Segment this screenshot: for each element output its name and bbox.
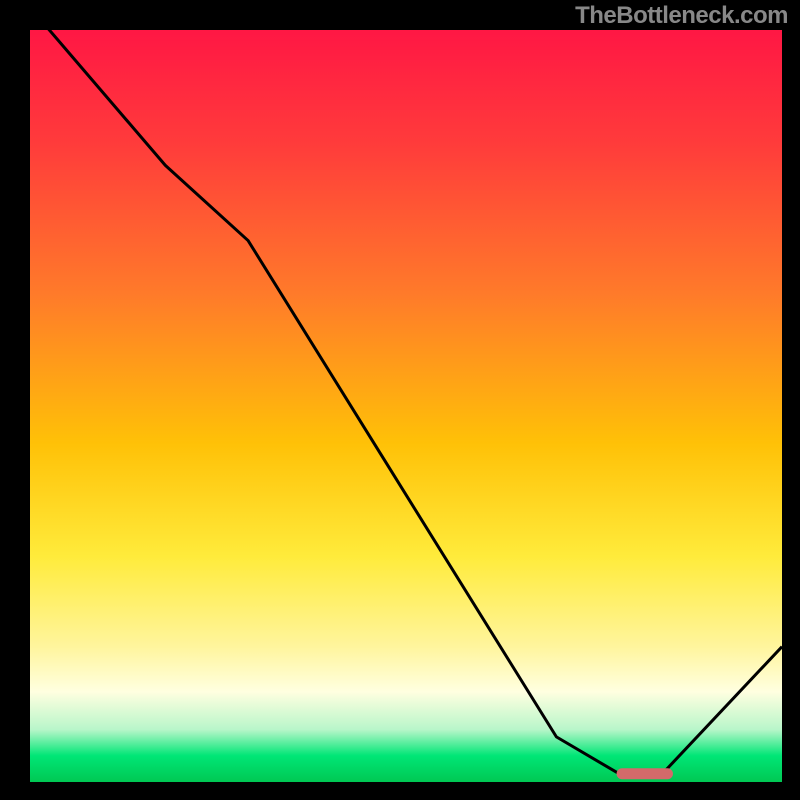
chart-canvas xyxy=(0,0,800,800)
optimal-range-marker xyxy=(617,768,673,779)
watermark-text: TheBottleneck.com xyxy=(575,2,788,30)
bottleneck-chart: TheBottleneck.com xyxy=(0,0,800,800)
gradient-background xyxy=(30,30,782,782)
